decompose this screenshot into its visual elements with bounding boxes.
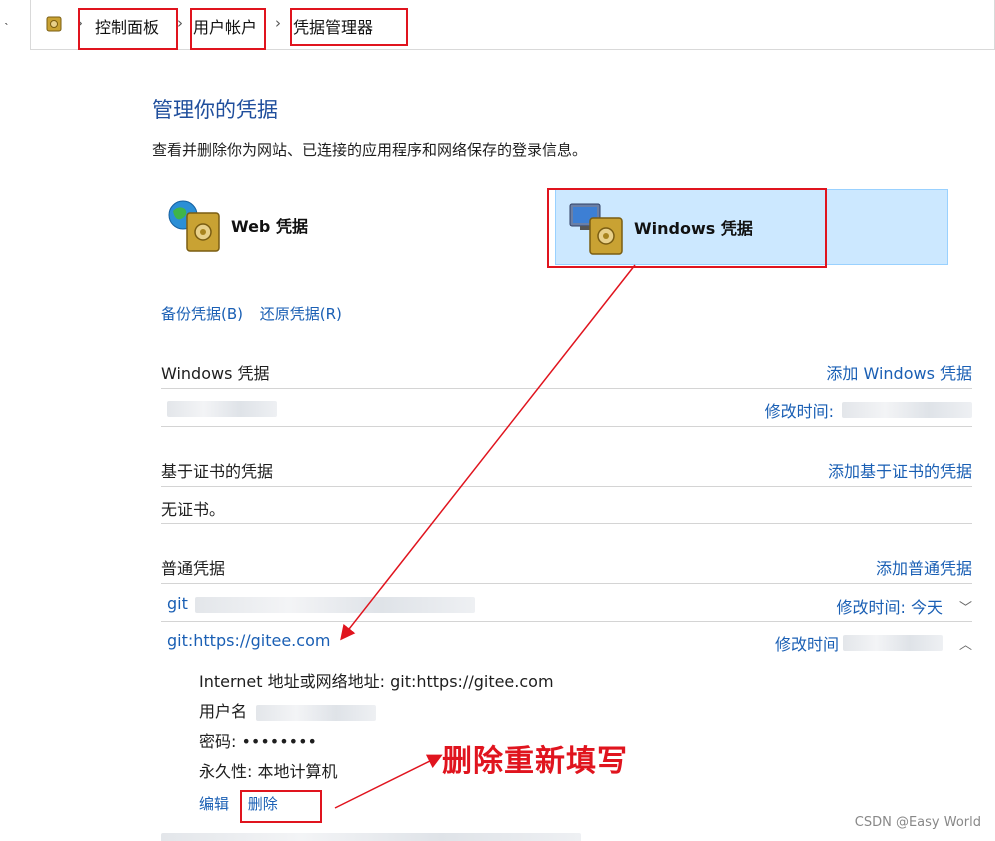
credential-modified: 修改时间: bbox=[765, 398, 972, 422]
list-item-expanded[interactable]: git:https://gitee.com 修改时间 ︿ bbox=[161, 631, 972, 661]
back-arrow-icon[interactable]: ˴ bbox=[4, 14, 9, 31]
add-windows-credential-link[interactable]: 添加 Windows 凭据 bbox=[826, 360, 972, 384]
divider bbox=[161, 583, 972, 584]
windows-credentials-label: Windows 凭据 bbox=[634, 219, 753, 238]
backup-restore-links: 备份凭据(B) 还原凭据(R) bbox=[161, 303, 354, 324]
chevron-right-icon: › bbox=[275, 14, 281, 32]
detail-address: Internet 地址或网络地址: git:https://gitee.com bbox=[199, 672, 554, 691]
windows-credentials-tile[interactable]: Windows 凭据 bbox=[555, 189, 948, 265]
address-bar[interactable]: › 控制面板 › 用户帐户 › 凭据管理器 bbox=[30, 0, 995, 50]
list-item[interactable]: 修改时间: bbox=[161, 398, 972, 428]
web-credentials-tile[interactable]: Web 凭据 bbox=[165, 195, 308, 255]
watermark: CSDN @Easy World bbox=[854, 815, 981, 830]
edit-link[interactable]: 编辑 bbox=[199, 795, 229, 813]
divider bbox=[161, 426, 972, 427]
section-title: Windows 凭据 bbox=[161, 364, 270, 383]
credential-modified: 修改时间 ︿ bbox=[774, 634, 972, 654]
annotation-text: 删除重新填写 bbox=[442, 744, 628, 779]
section-title: 普通凭据 bbox=[161, 559, 226, 578]
web-credentials-label: Web 凭据 bbox=[231, 217, 308, 236]
divider bbox=[161, 621, 972, 622]
generic-credentials-section-header: 普通凭据 添加普通凭据 bbox=[161, 555, 972, 579]
chevron-right-icon: › bbox=[77, 14, 83, 32]
page-title: 管理你的凭据 bbox=[152, 98, 278, 122]
windows-credentials-section-header: Windows 凭据 添加 Windows 凭据 bbox=[161, 360, 972, 384]
page-subtitle: 查看并删除你为网站、已连接的应用程序和网络保存的登录信息。 bbox=[152, 141, 588, 159]
credential-manager-icon bbox=[46, 16, 62, 32]
breadcrumb-user-accounts[interactable]: 用户帐户 bbox=[193, 14, 257, 38]
credential-name: git:https://gitee.com bbox=[167, 631, 331, 650]
arrow-to-annotation bbox=[334, 754, 443, 809]
add-generic-credential-link[interactable]: 添加普通凭据 bbox=[876, 555, 972, 579]
computer-safe-icon bbox=[569, 203, 623, 255]
globe-safe-icon bbox=[168, 200, 220, 252]
chevron-right-icon: › bbox=[177, 14, 183, 32]
chevron-down-icon[interactable]: ﹀ bbox=[959, 597, 972, 616]
certificate-credentials-section-header: 基于证书的凭据 添加基于证书的凭据 bbox=[161, 458, 972, 482]
divider bbox=[161, 486, 972, 487]
delete-link[interactable]: 删除 bbox=[248, 795, 278, 813]
detail-actions: 编辑 删除 bbox=[199, 793, 292, 814]
section-title: 基于证书的凭据 bbox=[161, 462, 274, 481]
detail-password: 密码: •••••••• bbox=[199, 732, 317, 751]
detail-persistence: 永久性: 本地计算机 bbox=[199, 762, 338, 781]
add-certificate-credential-link[interactable]: 添加基于证书的凭据 bbox=[828, 458, 972, 482]
no-certificates-text: 无证书。 bbox=[161, 500, 226, 519]
cut-off-row bbox=[161, 830, 581, 841]
restore-credentials-link[interactable]: 还原凭据(R) bbox=[260, 305, 342, 323]
backup-credentials-link[interactable]: 备份凭据(B) bbox=[161, 305, 243, 323]
list-item[interactable]: git 修改时间: 今天 ﹀ bbox=[161, 594, 972, 624]
credential-name bbox=[167, 398, 277, 417]
breadcrumb-credential-manager[interactable]: 凭据管理器 bbox=[293, 14, 373, 38]
chevron-up-icon[interactable]: ︿ bbox=[959, 634, 972, 653]
divider bbox=[161, 523, 972, 524]
detail-username: 用户名 bbox=[199, 698, 377, 722]
breadcrumb-control-panel[interactable]: 控制面板 bbox=[95, 14, 159, 38]
credential-modified: 修改时间: 今天 ﹀ bbox=[836, 597, 973, 617]
credential-name: git bbox=[167, 594, 475, 613]
divider bbox=[161, 388, 972, 389]
